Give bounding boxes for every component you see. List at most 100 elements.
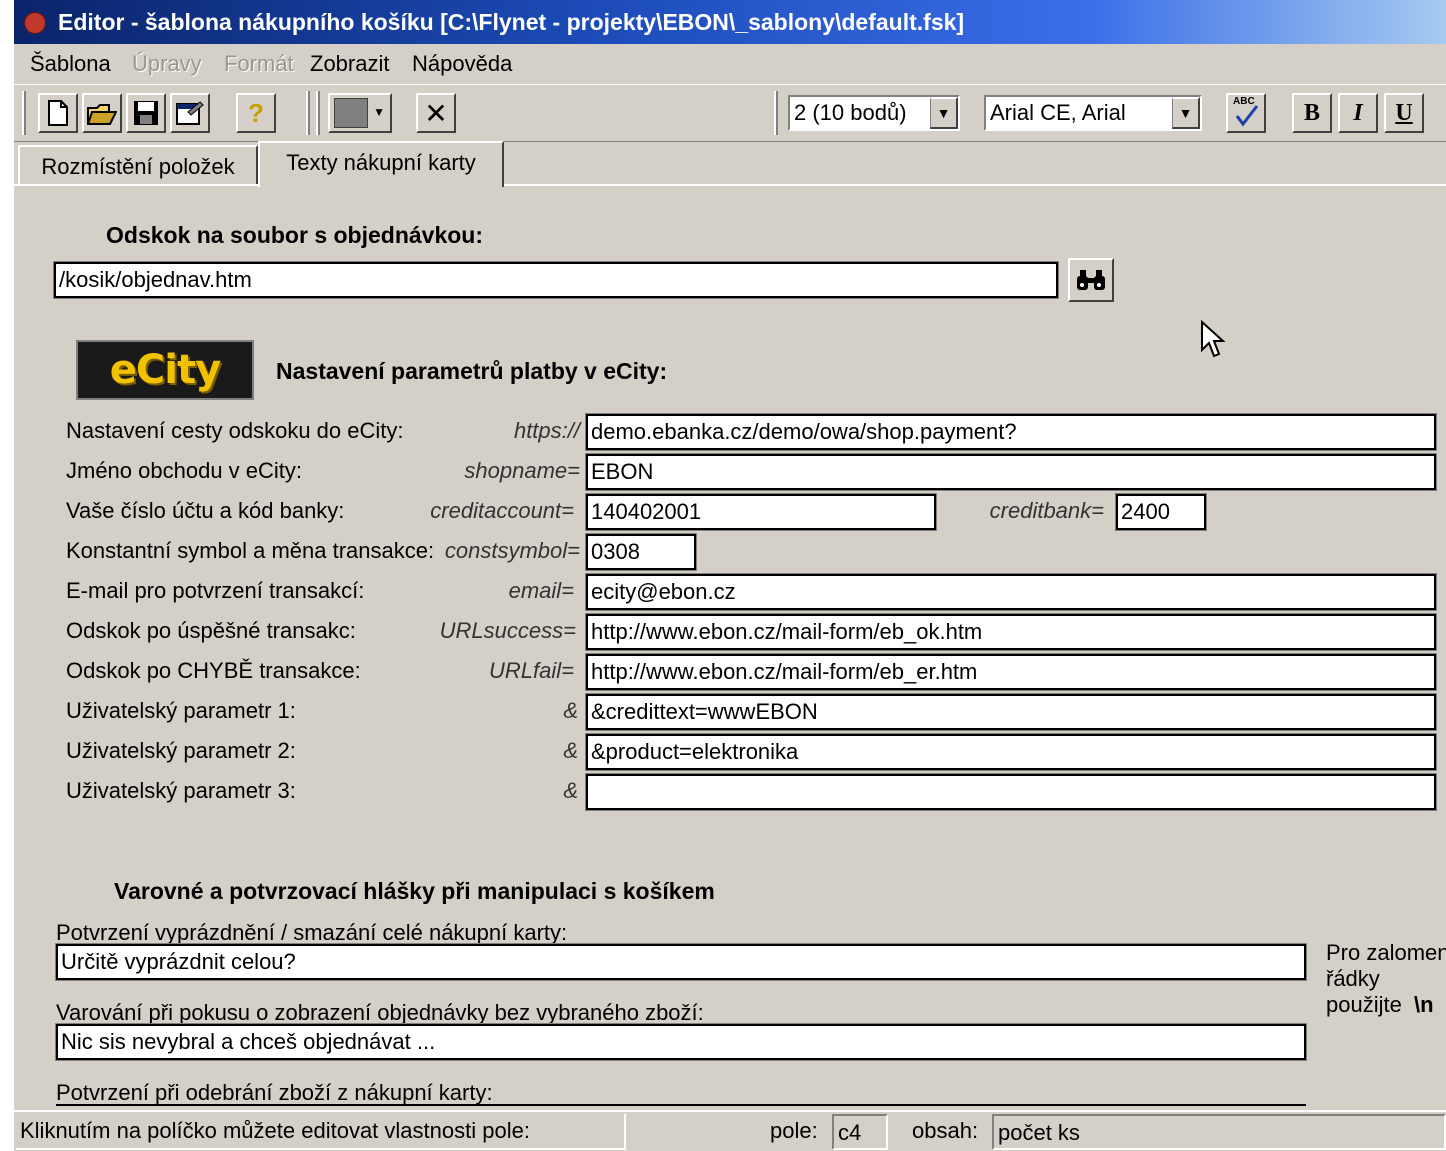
line-break-hint-2: řádky	[1326, 966, 1380, 991]
underline-button[interactable]: U	[1384, 93, 1424, 133]
ecity-input-creditaccount[interactable]: 140402001	[585, 493, 937, 531]
ecity-param-https: https://	[513, 418, 580, 443]
message-input-remove-item[interactable]	[56, 1104, 1306, 1106]
tab-rozmisteni-polozek[interactable]: Rozmístění položek	[18, 145, 258, 185]
mouse-cursor-icon	[1201, 320, 1226, 358]
message-label-empty-cart: Potvrzení vyprázdnění / smazání celé nák…	[56, 920, 568, 945]
color-swatch	[334, 98, 368, 128]
window-title: Editor - šablona nákupního košíku [C:\Fl…	[58, 9, 965, 35]
italic-icon: I	[1353, 99, 1363, 126]
ecity-heading: Nastavení parametrů platby v eCity:	[276, 358, 668, 384]
menu-format[interactable]: Formát	[224, 44, 294, 84]
message-input-no-items[interactable]: Nic sis nevybral a chceš objednávat ...	[55, 1023, 1307, 1061]
spellcheck-button[interactable]: ABC	[1226, 93, 1266, 133]
toolbar-grip-4[interactable]	[774, 91, 778, 135]
status-pole-value: c4	[832, 1114, 888, 1150]
ecity-label-user-param-3: Uživatelský parametr 3:	[66, 778, 296, 803]
menu-napoveda[interactable]: Nápověda	[412, 44, 512, 84]
properties-button[interactable]	[170, 93, 210, 133]
ecity-param-amp-1: &	[563, 698, 578, 723]
new-file-icon	[48, 100, 68, 126]
binoculars-icon	[1077, 270, 1105, 290]
menu-zobrazit[interactable]: Zobrazit	[310, 44, 389, 84]
ecity-input-user-param-1[interactable]: &credittext=wwwEBON	[585, 693, 1437, 731]
toolbar-grip-3[interactable]	[316, 91, 320, 135]
ecity-label-constsymbol: Konstantní symbol a měna transakce:	[66, 538, 435, 563]
font-family-select[interactable]: Arial CE, Arial ▼	[984, 95, 1202, 131]
browse-button[interactable]	[1068, 258, 1114, 302]
save-button[interactable]	[126, 93, 166, 133]
status-hint: Kliknutím na políčko můžete editovat vla…	[16, 1114, 626, 1150]
status-bar: Kliknutím na políčko můžete editovat vla…	[14, 1110, 1446, 1151]
ecity-input-constsymbol[interactable]: 0308	[585, 533, 697, 571]
bold-icon: B	[1303, 99, 1320, 126]
spellcheck-icon: ABC	[1231, 96, 1261, 128]
italic-button[interactable]: I	[1338, 93, 1378, 133]
tab-strip: Rozmístění položek Texty nákupní karty	[14, 141, 1446, 187]
status-obsah-label: obsah:	[912, 1118, 979, 1143]
ecity-param-amp-2: &	[563, 738, 578, 763]
ecity-param-urlfail: URLfail=	[489, 658, 574, 683]
ecity-logo: eCity	[76, 340, 254, 400]
font-size-select[interactable]: 2 (10 bodů) ▼	[788, 95, 960, 131]
help-button[interactable]: ?	[236, 93, 276, 133]
delete-button[interactable]: ✕	[416, 93, 456, 133]
ecity-input-urlfail[interactable]: http://www.ebon.cz/mail-form/eb_er.htm	[585, 653, 1437, 691]
ecity-label-shopname: Jméno obchodu v eCity:	[66, 458, 303, 483]
ecity-input-creditbank[interactable]: 2400	[1115, 493, 1207, 531]
messages-heading: Varovné a potvrzovací hlášky při manipul…	[114, 878, 715, 904]
delete-icon: ✕	[424, 97, 448, 129]
ecity-param-constsymbol: constsymbol=	[444, 538, 580, 563]
font-family-value: Arial CE, Arial	[990, 100, 1126, 125]
save-icon	[134, 101, 158, 125]
menu-bar: Šablona Úpravy Formát Zobrazit Nápověda	[14, 44, 1446, 84]
ecity-param-creditaccount: creditaccount=	[430, 498, 574, 523]
ecity-label-account: Vaše číslo účtu a kód banky:	[66, 498, 345, 523]
ecity-param-email: email=	[508, 578, 574, 603]
chevron-down-icon: ▼	[373, 105, 385, 119]
order-link-heading: Odskok na soubor s objednávkou:	[106, 222, 484, 248]
ecity-label-path: Nastavení cesty odskoku do eCity:	[66, 418, 404, 443]
order-link-input[interactable]: /kosik/objednav.htm	[53, 261, 1059, 299]
editor-window: Editor - šablona nákupního košíku [C:\Fl…	[14, 0, 1446, 1151]
bold-button[interactable]: B	[1292, 93, 1332, 133]
title-bar: Editor - šablona nákupního košíku [C:\Fl…	[14, 0, 1446, 44]
ecity-input-email[interactable]: ecity@ebon.cz	[585, 573, 1437, 611]
ecity-label-urlfail: Odskok po CHYBĚ transakce:	[66, 658, 361, 683]
chevron-down-icon[interactable]: ▼	[1172, 97, 1200, 129]
font-size-value: 2 (10 bodů)	[794, 100, 907, 125]
menu-sablona[interactable]: Šablona	[30, 44, 111, 84]
status-pole-label: pole:	[770, 1118, 818, 1143]
ecity-label-user-param-1: Uživatelský parametr 1:	[66, 698, 296, 723]
help-icon: ?	[248, 97, 264, 128]
ecity-input-user-param-2[interactable]: &product=elektronika	[585, 733, 1437, 771]
toolbar: ? ▼ ✕ 2 (10 bodů) ▼ Arial CE, Arial ▼ AB…	[14, 84, 1446, 142]
toolbar-grip-2[interactable]	[306, 91, 310, 135]
open-folder-icon	[87, 104, 117, 125]
new-file-button[interactable]	[38, 93, 78, 133]
ecity-input-user-param-3[interactable]	[585, 773, 1437, 811]
message-label-remove-item: Potvrzení při odebrání zboží z nákupní k…	[56, 1080, 493, 1105]
ecity-param-amp-3: &	[563, 778, 578, 803]
tab-texty-nakupni-karty[interactable]: Texty nákupní karty	[258, 141, 504, 187]
status-obsah-value: počet ks	[992, 1114, 1446, 1150]
ecity-input-path[interactable]: demo.ebanka.cz/demo/owa/shop.payment?	[585, 413, 1437, 451]
properties-icon	[176, 101, 204, 125]
app-icon[interactable]	[24, 12, 46, 34]
toolbar-grip[interactable]	[22, 91, 26, 135]
message-input-empty-cart[interactable]: Určitě vyprázdnit celou?	[55, 943, 1307, 981]
line-break-hint-3: použijte	[1326, 992, 1402, 1017]
color-picker-button[interactable]: ▼	[328, 93, 392, 133]
menu-upravy[interactable]: Úpravy	[132, 44, 202, 84]
line-break-hint-code: \n	[1414, 992, 1434, 1017]
underline-icon: U	[1395, 99, 1413, 126]
ecity-input-urlsuccess[interactable]: http://www.ebon.cz/mail-form/eb_ok.htm	[585, 613, 1437, 651]
ecity-param-shopname: shopname=	[464, 458, 580, 483]
chevron-down-icon[interactable]: ▼	[930, 97, 958, 129]
open-button[interactable]	[82, 93, 122, 133]
ecity-label-urlsuccess: Odskok po úspěšné transakc:	[66, 618, 356, 643]
ecity-label-email: E-mail pro potvrzení transakcí:	[66, 578, 365, 603]
message-label-no-items: Varování při pokusu o zobrazení objednáv…	[56, 1000, 704, 1025]
ecity-input-shopname[interactable]: EBON	[585, 453, 1437, 491]
ecity-label-user-param-2: Uživatelský parametr 2:	[66, 738, 296, 763]
